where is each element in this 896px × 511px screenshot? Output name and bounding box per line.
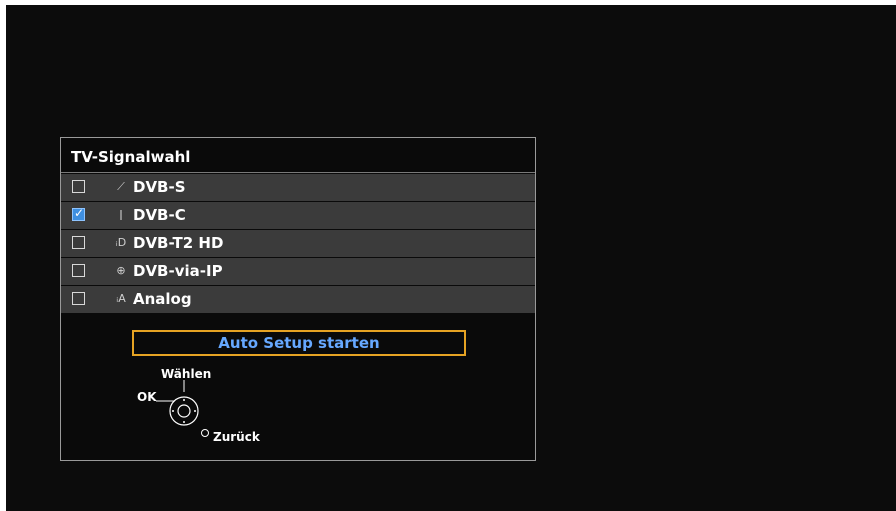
signal-list: ⟋ DVB-S ✓ ǀ DVB-C ᵢD DVB-T2 HD ⊕ DVB-via… [61,174,535,314]
signal-label: DVB-T2 HD [133,234,224,252]
dvb-c-checkbox[interactable]: ✓ [72,206,85,221]
auto-setup-button[interactable]: Auto Setup starten [132,330,466,356]
checkmark-icon: ✓ [74,206,85,220]
title-divider [61,172,535,173]
analog-checkbox[interactable] [72,292,85,305]
signal-label: DVB-via-IP [133,262,223,280]
cable-icon: ǀ [119,208,123,221]
signal-row-dvb-c[interactable]: ✓ ǀ DVB-C [61,202,535,229]
help-ok-label: OK [137,390,157,404]
signal-label: DVB-S [133,178,186,196]
signal-row-dvb-via-ip[interactable]: ⊕ DVB-via-IP [61,258,535,285]
dvb-via-ip-checkbox[interactable] [72,264,85,277]
signal-label: DVB-C [133,206,186,224]
globe-icon: ⊕ [116,264,126,277]
signal-row-dvb-s[interactable]: ⟋ DVB-S [61,174,535,201]
help-back-label: Zurück [213,430,260,444]
terrestrial-digital-icon: ᵢD [115,236,127,249]
remote-help: Wählen OK Zurück [121,360,281,450]
dvb-t2-hd-checkbox[interactable] [72,236,85,249]
signal-label: Analog [133,290,192,308]
dvb-s-checkbox[interactable] [72,180,85,193]
signal-row-analog[interactable]: ᵢA Analog [61,286,535,313]
signal-row-dvb-t2-hd[interactable]: ᵢD DVB-T2 HD [61,230,535,257]
satellite-icon: ⟋ [117,180,125,193]
tv-signal-selection-panel: TV-Signalwahl ⟋ DVB-S ✓ ǀ DVB-C ᵢD DVB-T… [60,137,536,461]
tv-screen: TV-Signalwahl ⟋ DVB-S ✓ ǀ DVB-C ᵢD DVB-T… [6,5,896,511]
terrestrial-analog-icon: ᵢA [116,292,126,305]
help-select-label: Wählen [161,367,212,381]
panel-title: TV-Signalwahl [71,148,191,166]
